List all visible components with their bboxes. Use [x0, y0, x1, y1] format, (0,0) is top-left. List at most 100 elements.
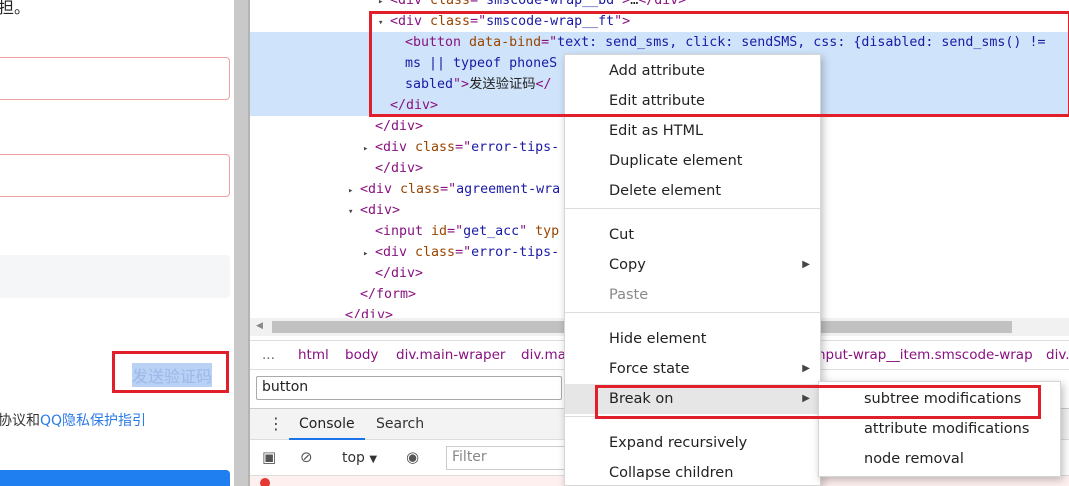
submenu-arrow-icon: ▶ — [802, 363, 810, 374]
page-heading-fragment: 担。 — [0, 0, 31, 17]
code-token: =" — [440, 182, 457, 197]
breadcrumb-item[interactable]: div.main-wraper — [396, 347, 505, 363]
send-sms-code-label: 发送验证码 — [132, 363, 213, 387]
agreement-text: 协议和QQ隐私保护指引 — [0, 410, 146, 430]
code-token: </div> — [390, 98, 439, 113]
menu-item-label: Cut — [609, 227, 634, 243]
menu-item-label: Duplicate element — [609, 153, 743, 169]
code-token: class — [430, 0, 471, 8]
code-token: sabled — [405, 77, 454, 92]
menu-item-label: Collapse children — [609, 465, 734, 481]
break-on-submenu: subtree modifications attribute modifica… — [818, 381, 1061, 477]
code-token: =" — [455, 245, 472, 260]
element-context-menu: Add attribute Edit attribute Edit as HTML D… — [564, 54, 821, 486]
menu-item-label: Break on — [609, 391, 674, 407]
menu-item-collapse-children[interactable]: Collapse children — [565, 458, 820, 486]
menu-item-label: Edit as HTML — [609, 123, 704, 139]
code-token: "> — [614, 0, 631, 8]
breadcrumb-more[interactable]: ... — [262, 347, 275, 363]
kebab-menu-icon[interactable]: ⋮ — [268, 414, 284, 433]
code-token: </div> — [375, 266, 424, 281]
menu-item-expand-recursively[interactable]: Expand recursively — [565, 428, 820, 458]
menu-item-label: Copy — [609, 257, 646, 273]
live-expression-eye-icon[interactable]: ◉ — [406, 448, 419, 466]
expand-triangle-icon[interactable]: ▸ — [363, 244, 375, 265]
menu-item-copy[interactable]: Copy ▶ — [565, 250, 820, 280]
scroll-left-arrow-icon[interactable]: ◀ — [256, 321, 263, 331]
menu-item-add-attribute[interactable]: Add attribute — [565, 56, 820, 86]
send-sms-code-button[interactable]: 发送验证码 — [112, 351, 229, 393]
tab-console[interactable]: Console — [289, 416, 365, 440]
phone-input[interactable] — [0, 57, 230, 100]
agreement-and: 和 — [26, 413, 40, 429]
code-token: <div — [375, 245, 416, 260]
code-token: <button — [405, 35, 470, 50]
code-token: … — [630, 0, 639, 8]
menu-item-duplicate-element[interactable]: Duplicate element — [565, 146, 820, 176]
expand-triangle-icon[interactable]: ▸ — [348, 181, 360, 202]
menu-separator — [565, 416, 820, 417]
console-filter-input[interactable]: Filter — [446, 446, 566, 470]
breadcrumb-item[interactable]: nput-wrap__item.smscode-wrap — [817, 347, 1033, 363]
menu-item-delete-element[interactable]: Delete element — [565, 176, 820, 206]
collapse-triangle-icon[interactable]: ▾ — [378, 13, 390, 34]
menu-item-label: Add attribute — [609, 63, 705, 79]
code-token: </div> — [375, 161, 424, 176]
menu-item-hide-element[interactable]: Hide element — [565, 324, 820, 354]
menu-item-label: Expand recursively — [609, 435, 748, 451]
code-token: get_acc — [463, 224, 520, 239]
code-token: =" — [541, 35, 558, 50]
code-token: class — [400, 182, 441, 197]
register-button[interactable] — [0, 470, 230, 486]
code-token: text: send_sms, click: sendSMS, css: {di… — [557, 35, 1046, 50]
chevron-down-icon: ▼ — [369, 454, 378, 465]
code-token: class — [415, 245, 456, 260]
elements-search-input[interactable]: button — [256, 376, 562, 400]
error-icon — [260, 478, 270, 486]
code-token: <div — [390, 0, 431, 8]
dom-node-line[interactable]: ▾ <div class="smscode-wrap__ft"> — [250, 11, 1069, 32]
code-token: smscode-wrap__bd — [486, 0, 615, 8]
dom-node-line[interactable]: <button data-bind="text: send_sms, click… — [250, 32, 1069, 53]
collapse-triangle-icon[interactable]: ▾ — [348, 202, 360, 223]
code-token: =" — [470, 14, 487, 29]
code-token: <div — [390, 14, 431, 29]
code-token: "> — [614, 14, 631, 29]
breadcrumb-item[interactable]: body — [345, 347, 378, 363]
panel-divider[interactable] — [234, 0, 250, 486]
menu-item-force-state[interactable]: Force state ▶ — [565, 354, 820, 384]
clear-console-icon[interactable]: ⊘ — [300, 448, 313, 466]
menu-item-node-removal[interactable]: node removal — [819, 444, 1060, 474]
context-selector-label: top — [342, 450, 365, 466]
code-token: typ — [535, 224, 560, 239]
breadcrumb-item[interactable]: div.ma — [521, 347, 566, 363]
code-token: </ — [535, 77, 552, 92]
menu-item-edit-attribute[interactable]: Edit attribute — [565, 86, 820, 116]
context-selector[interactable]: top ▼ — [342, 450, 377, 466]
expand-triangle-icon[interactable]: ▸ — [363, 139, 375, 160]
menu-item-cut[interactable]: Cut — [565, 220, 820, 250]
tab-search[interactable]: Search — [376, 416, 424, 432]
code-token: id — [431, 224, 448, 239]
menu-item-label: Delete element — [609, 183, 722, 199]
show-sidebar-icon[interactable]: ▣ — [262, 448, 276, 466]
code-token: =" — [470, 0, 487, 8]
code-token: smscode-wrap__ft — [486, 14, 615, 29]
sms-code-input[interactable] — [0, 255, 230, 298]
code-token: " — [519, 224, 536, 239]
password-input[interactable] — [0, 154, 230, 197]
menu-separator — [565, 312, 820, 313]
privacy-guide-link[interactable]: QQ隐私保护指引 — [40, 413, 146, 429]
menu-item-attribute-modifications[interactable]: attribute modifications — [819, 414, 1060, 444]
submenu-arrow-icon: ▶ — [802, 393, 810, 404]
code-token: <div — [375, 140, 416, 155]
menu-item-edit-as-html[interactable]: Edit as HTML — [565, 116, 820, 146]
dom-node-line[interactable]: ▸ <div class="smscode-wrap__bd">…</div> — [250, 0, 1069, 11]
code-token: class — [430, 14, 471, 29]
breadcrumb-item[interactable]: div. — [1046, 347, 1069, 363]
menu-separator — [565, 208, 820, 209]
code-token: </form> — [360, 287, 417, 302]
breadcrumb-item[interactable]: html — [298, 347, 329, 363]
menu-item-subtree-modifications[interactable]: subtree modifications — [819, 384, 1060, 414]
menu-item-break-on[interactable]: Break on ▶ — [565, 384, 820, 414]
